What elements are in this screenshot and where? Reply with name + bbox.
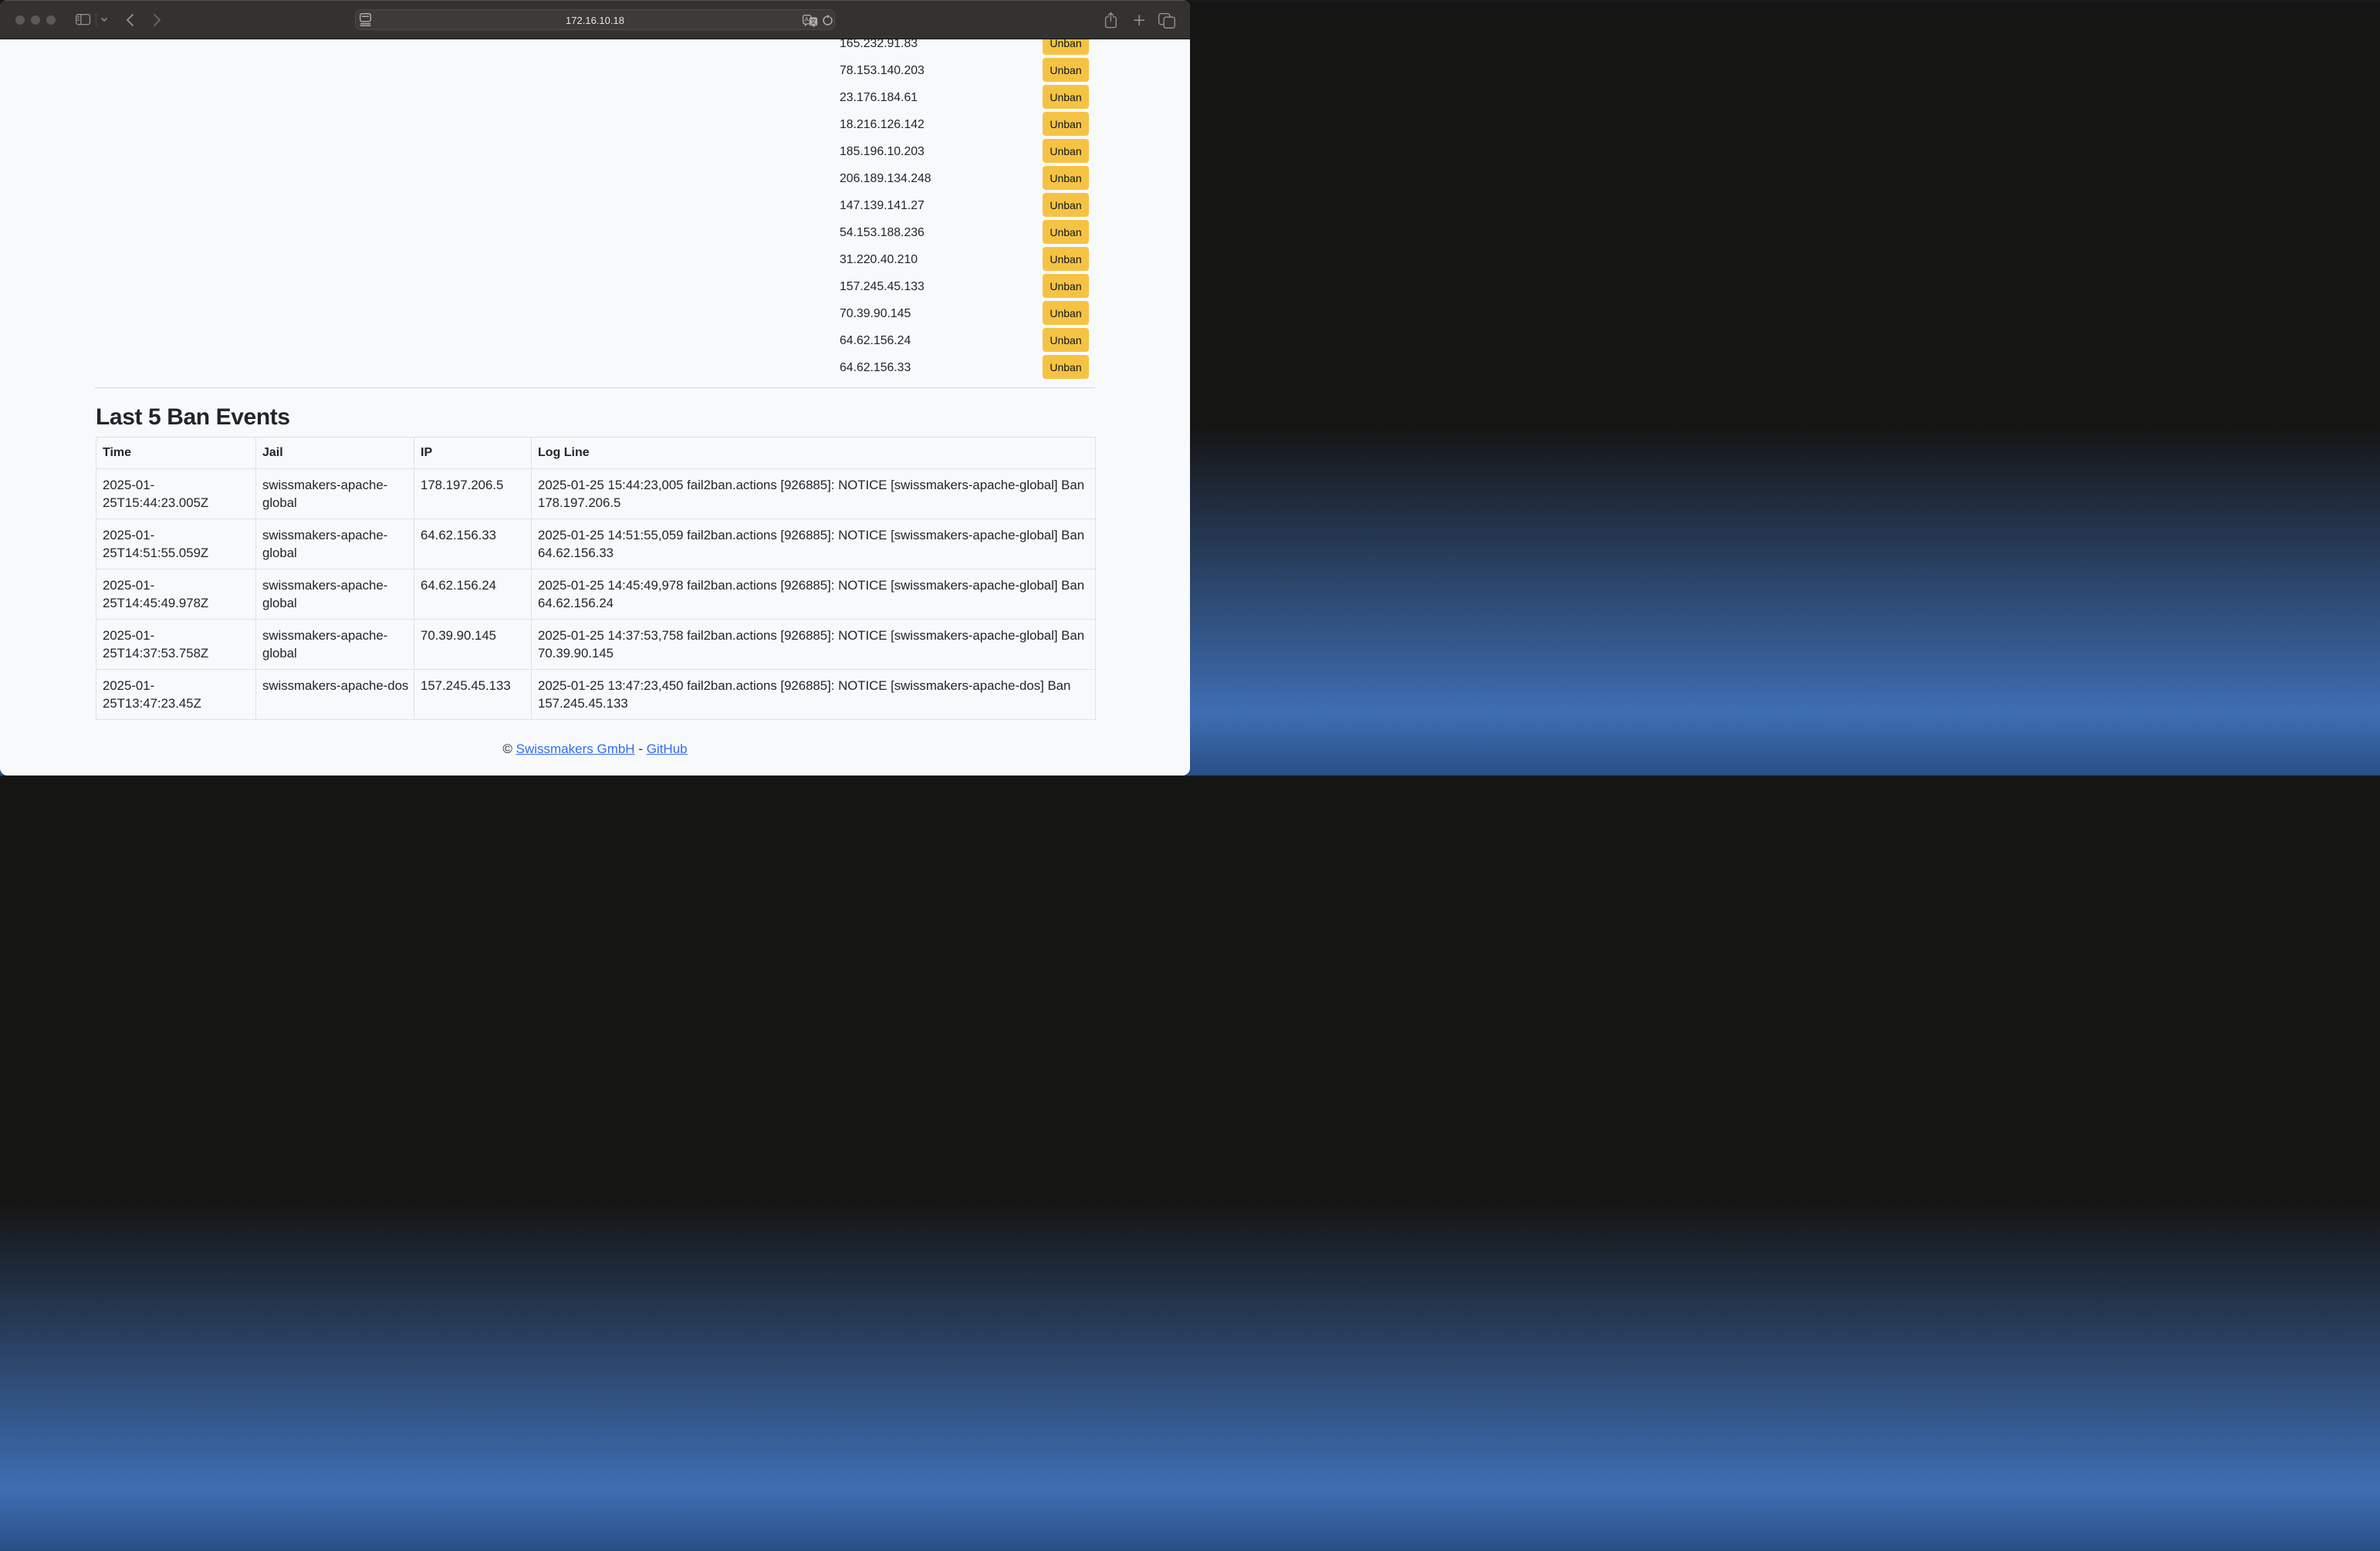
- svg-text:文: 文: [810, 18, 816, 25]
- svg-text:A: A: [804, 15, 809, 23]
